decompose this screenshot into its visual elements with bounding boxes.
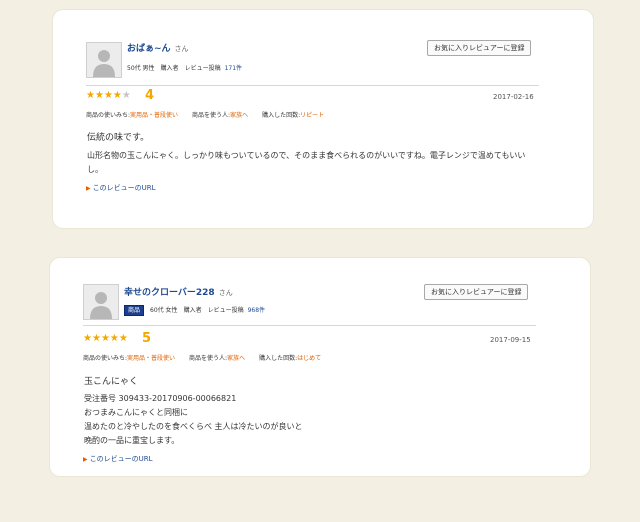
star-icon: ★ bbox=[100, 333, 110, 344]
usage-value: 実用品・普段使い bbox=[130, 112, 179, 119]
usage-value: 実用品・普段使い bbox=[127, 355, 176, 362]
review-properties: 商品の使いみち:実用品・普段使い 商品を使う人:家族へ 購入した回数:はじめて bbox=[83, 353, 335, 362]
star-icon: ★ bbox=[109, 333, 119, 344]
review-body-line: 晩酌の一品に重宝します。 bbox=[84, 436, 180, 445]
honorific: さん bbox=[174, 45, 189, 53]
review-body: 受注番号 309433-20170906-00066821 おつまみこんにゃくと… bbox=[84, 392, 554, 448]
user-avatar-icon[interactable] bbox=[86, 42, 122, 78]
star-rating: ★★★★★ bbox=[83, 333, 128, 344]
review-card: 幸せのクローバー228 さん 商品 60代 女性 購入者 レビュー投稿 968件 お気に入… bbox=[50, 258, 590, 476]
divider bbox=[83, 325, 536, 326]
review-card: おばぁ~ん さん 50代 男性 購入者 レビュー投稿 171件 お気に入りレビュアーに登… bbox=[53, 10, 593, 228]
reviewer-name-text[interactable]: おばぁ~ん bbox=[127, 44, 171, 54]
age-gender: 60代 女性 bbox=[150, 307, 178, 314]
triangle-right-icon: ▶ bbox=[86, 185, 91, 192]
reviewer-name-text[interactable]: 幸せのクローバー228 bbox=[124, 288, 215, 298]
reviewer-meta: 商品 60代 女性 購入者 レビュー投稿 968件 bbox=[124, 305, 271, 316]
for-whom-label: 商品を使う人: bbox=[192, 112, 231, 119]
star-icon: ★ bbox=[86, 90, 95, 101]
buyer-label: 購入者 bbox=[160, 65, 179, 72]
buyer-label: 購入者 bbox=[183, 307, 202, 314]
star-icon: ★ bbox=[103, 90, 113, 101]
review-url-text[interactable]: このレビューのURL bbox=[93, 184, 156, 192]
star-rating: ★★★★★ bbox=[86, 90, 131, 101]
rating-score: 5 bbox=[142, 331, 152, 346]
reviewer-name[interactable]: おばぁ~ん さん bbox=[127, 41, 189, 54]
times-label: 購入した回数: bbox=[259, 355, 298, 362]
review-count[interactable]: 171件 bbox=[225, 65, 242, 72]
for-whom-label: 商品を使う人: bbox=[189, 355, 228, 362]
triangle-right-icon: ▶ bbox=[83, 456, 88, 463]
star-icon: ★ bbox=[83, 333, 92, 344]
rating-score: 4 bbox=[145, 88, 155, 103]
user-avatar-icon[interactable] bbox=[83, 284, 119, 320]
review-body-line: 山形名物の玉こんにゃく。しっかり味もついているので、そのまま食べられるのがいいで… bbox=[87, 151, 526, 160]
favorite-reviewer-button[interactable]: お気に入りレビュアーに登録 bbox=[427, 40, 532, 56]
review-count-label: レビュー投稿 bbox=[207, 307, 244, 314]
review-url-link[interactable]: ▶ このレビューのURL bbox=[83, 454, 153, 464]
honorific: さん bbox=[218, 289, 233, 297]
review-count[interactable]: 968件 bbox=[248, 307, 265, 314]
review-body: 山形名物の玉こんにゃく。しっかり味もついているので、そのまま食べられるのがいいで… bbox=[87, 149, 557, 177]
favorite-reviewer-button[interactable]: お気に入りレビュアーに登録 bbox=[424, 284, 529, 300]
usage-label: 商品の使いみち: bbox=[83, 355, 128, 362]
for-whom-value: 家族へ bbox=[230, 112, 249, 119]
review-date: 2017-02-16 bbox=[493, 93, 534, 101]
star-icon: ★ bbox=[112, 90, 122, 101]
review-url-link[interactable]: ▶ このレビューのURL bbox=[86, 183, 156, 193]
review-date: 2017-09-15 bbox=[490, 336, 531, 344]
for-whom-value: 家族へ bbox=[227, 355, 246, 362]
review-body-line: し。 bbox=[87, 165, 103, 174]
star-icon: ★ bbox=[118, 333, 128, 344]
reviewer-name[interactable]: 幸せのクローバー228 さん bbox=[124, 285, 233, 298]
reviewer-badge: 商品 bbox=[124, 305, 145, 316]
review-title: 玉こんにゃく bbox=[84, 377, 139, 387]
times-label: 購入した回数: bbox=[262, 112, 301, 119]
review-properties: 商品の使いみち:実用品・普段使い 商品を使う人:家族へ 購入した回数:リピート bbox=[86, 110, 338, 119]
times-value: リピート bbox=[300, 112, 325, 119]
reviewer-meta: 50代 男性 購入者 レビュー投稿 171件 bbox=[127, 63, 248, 72]
review-body-line: おつまみこんにゃくと同梱に bbox=[84, 408, 188, 417]
review-title: 伝統の味です。 bbox=[87, 133, 150, 143]
star-icon: ★ bbox=[91, 333, 101, 344]
review-count-label: レビュー投稿 bbox=[184, 65, 221, 72]
star-icon: ★ bbox=[121, 90, 131, 101]
review-body-line: 温めたのと冷やしたのを食べくらべ 主人は冷たいのが良いと bbox=[84, 422, 303, 431]
review-body-line: 受注番号 309433-20170906-00066821 bbox=[84, 394, 237, 403]
usage-label: 商品の使いみち: bbox=[86, 112, 131, 119]
review-url-text[interactable]: このレビューのURL bbox=[90, 455, 153, 463]
divider bbox=[86, 85, 539, 86]
star-icon: ★ bbox=[94, 90, 104, 101]
age-gender: 50代 男性 bbox=[127, 65, 155, 72]
times-value: はじめて bbox=[297, 355, 322, 362]
